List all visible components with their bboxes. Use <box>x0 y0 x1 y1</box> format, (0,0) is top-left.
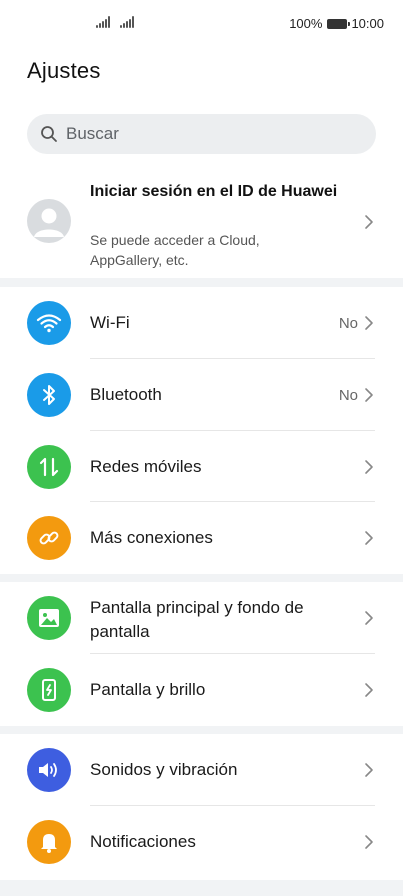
status-bar: 100% 10:00 <box>0 0 403 48</box>
settings-item-label: Pantalla y brillo <box>90 680 206 699</box>
chevron-right-icon <box>365 763 373 777</box>
signal-strength-icon-2 <box>120 16 134 28</box>
settings-item-label: Bluetooth <box>90 385 162 404</box>
bell-icon <box>27 820 71 864</box>
status-right: 100% 10:00 <box>289 16 384 31</box>
search-icon <box>41 126 57 142</box>
chevron-right-icon <box>365 460 373 474</box>
settings-item-label: Redes móviles <box>90 457 202 476</box>
chevron-right-icon <box>365 316 373 330</box>
chevron-right-icon <box>365 215 373 229</box>
settings-item-label: Sonidos y vibración <box>90 760 238 779</box>
settings-item-home-wallpaper[interactable]: Pantalla principal y fondo de pantalla <box>0 582 403 654</box>
settings-item-wifi[interactable]: Wi-Fi No <box>0 287 403 359</box>
chevron-right-icon <box>365 835 373 849</box>
account-card[interactable]: Iniciar sesión en el ID de Huawei Se pue… <box>0 170 403 278</box>
settings-item-display-brightness[interactable]: Pantalla y brillo <box>0 654 403 726</box>
settings-item-mobile-networks[interactable]: Redes móviles <box>0 431 403 502</box>
settings-item-sounds-vibration[interactable]: Sonidos y vibración <box>0 734 403 806</box>
wifi-icon <box>27 301 71 345</box>
settings-item-more-connections[interactable]: Más conexiones <box>0 502 403 574</box>
settings-item-notifications[interactable]: Notificaciones <box>0 806 403 878</box>
clock: 10:00 <box>351 16 384 31</box>
header: Ajustes <box>0 48 403 170</box>
link-icon <box>27 516 71 560</box>
chevron-right-icon <box>365 388 373 402</box>
settings-item-label: Wi-Fi <box>90 313 130 332</box>
chevron-right-icon <box>365 531 373 545</box>
account-subtitle: Se puede acceder a Cloud, AppGallery, et… <box>90 232 260 268</box>
battery-percentage: 100% <box>289 16 323 31</box>
avatar-icon <box>27 199 71 243</box>
battery-icon <box>327 18 351 29</box>
display-brightness-icon <box>27 668 71 712</box>
settings-item-label: Pantalla principal y fondo de pantalla <box>90 598 304 641</box>
mobile-data-icon <box>27 445 71 489</box>
sound-notifications-group: Sonidos y vibración Notificaciones <box>0 734 403 880</box>
bluetooth-status: No <box>338 387 358 404</box>
signal-strength-icon <box>96 16 110 28</box>
settings-screen: 100% 10:00 Ajustes Iniciar sesión en el … <box>0 0 403 896</box>
chevron-right-icon <box>365 611 373 625</box>
wifi-status: No <box>338 315 358 332</box>
search-input[interactable] <box>66 124 326 144</box>
bluetooth-icon <box>27 373 71 417</box>
search-bar[interactable] <box>27 114 376 154</box>
display-group: Pantalla principal y fondo de pantalla P… <box>0 582 403 726</box>
settings-item-label: Notificaciones <box>90 832 196 851</box>
account-title: Iniciar sesión en el ID de Huawei <box>90 183 338 200</box>
settings-item-bluetooth[interactable]: Bluetooth No <box>0 359 403 431</box>
connectivity-group: Wi-Fi No Bluetooth No Redes móviles Más … <box>0 287 403 574</box>
chevron-right-icon <box>365 683 373 697</box>
speaker-icon <box>27 748 71 792</box>
page-title: Ajustes <box>27 58 101 83</box>
wallpaper-icon <box>27 596 71 640</box>
settings-item-label: Más conexiones <box>90 528 213 547</box>
